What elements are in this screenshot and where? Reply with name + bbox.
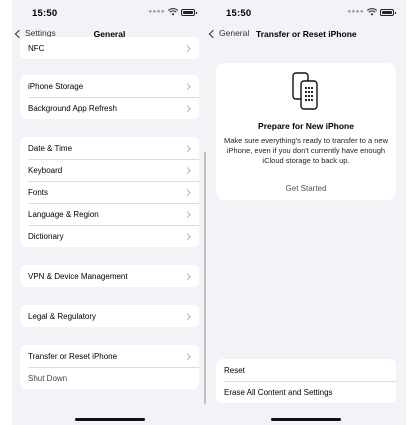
status-bar: 15:50 ●●●● [12,0,207,24]
status-bar: 15:50 ●●●● [206,0,406,24]
row-label: iPhone Storage [28,81,84,91]
row-label: Dictionary [28,231,64,241]
status-time: 15:50 [226,8,252,19]
nfc-group: NFC [20,37,199,59]
get-started-button[interactable]: Get Started [216,184,396,193]
row-label: Fonts [28,187,49,197]
vpn-group: VPN & Device Management [20,265,199,287]
back-button[interactable]: General [208,28,250,38]
settings-row-date-time[interactable]: Date & Time [20,137,199,159]
back-label: General [219,28,250,38]
erase-all-row[interactable]: Erase All Content and Settings [216,381,396,403]
settings-row-transfer-reset[interactable]: Transfer or Reset iPhone [20,345,199,367]
battery-icon [181,8,197,16]
row-label: Keyboard [28,165,63,175]
chevron-right-icon [183,352,190,360]
settings-row-background-app-refresh[interactable]: Background App Refresh [20,97,199,119]
settings-row-iphone-storage[interactable]: iPhone Storage [20,75,199,97]
row-label: VPN & Device Management [28,271,128,281]
settings-row-keyboard[interactable]: Keyboard [20,159,199,181]
chevron-right-icon [183,144,190,152]
row-label: Shut Down [28,373,68,383]
general-settings-screen: 15:50 ●●●● Settings General NFC iPhone S… [12,0,207,425]
settings-row-vpn-device-management[interactable]: VPN & Device Management [20,265,199,287]
chevron-left-icon [208,29,218,38]
row-label: Date & Time [28,143,73,153]
transfer-reset-screen: 15:50 ●●●● General Transfer or Reset iPh… [206,0,406,425]
signal-icon: ●●●● [347,9,364,15]
row-label: Erase All Content and Settings [224,387,333,397]
prepare-new-iphone-card: Prepare for New iPhone Make sure everyth… [216,63,396,200]
legal-group: Legal & Regulatory [20,305,199,327]
battery-icon [380,8,396,16]
chevron-right-icon [183,82,190,90]
wifi-icon [367,8,377,16]
row-label: Transfer or Reset iPhone [28,351,118,361]
row-label: Reset [224,365,245,375]
card-description: Make sure everything's ready to transfer… [224,136,389,165]
card-title: Prepare for New iPhone [258,121,354,131]
chevron-right-icon [183,272,190,280]
two-phones-icon [292,72,318,110]
row-label: NFC [28,43,45,53]
home-indicator[interactable] [74,418,145,421]
home-indicator[interactable] [271,418,341,421]
navigation-bar: General Transfer or Reset iPhone [206,26,406,44]
wifi-icon [168,8,178,16]
status-time: 15:50 [32,8,58,19]
signal-icon: ●●●● [148,9,165,15]
row-label: Background App Refresh [28,103,117,113]
settings-row-nfc[interactable]: NFC [20,37,199,59]
reset-actions-group: Reset Erase All Content and Settings [216,359,396,403]
status-icons: ●●●● [347,8,396,16]
transfer-group: Transfer or Reset iPhone Shut Down [20,345,199,389]
settings-row-legal-regulatory[interactable]: Legal & Regulatory [20,305,199,327]
page-title: Transfer or Reset iPhone [256,29,357,39]
locale-group: Date & Time Keyboard Fonts Language & Re… [20,137,199,247]
settings-row-fonts[interactable]: Fonts [20,181,199,203]
row-label: Legal & Regulatory [28,311,97,321]
chevron-right-icon [183,312,190,320]
chevron-right-icon [183,104,190,112]
reset-row[interactable]: Reset [216,359,396,381]
settings-row-language-region[interactable]: Language & Region [20,203,199,225]
chevron-right-icon [183,210,190,218]
chevron-right-icon [183,166,190,174]
status-icons: ●●●● [148,8,197,16]
storage-group: iPhone Storage Background App Refresh [20,75,199,119]
chevron-right-icon [183,232,190,240]
row-label: Language & Region [28,209,99,219]
settings-row-dictionary[interactable]: Dictionary [20,225,199,247]
settings-row-shut-down[interactable]: Shut Down [20,367,199,389]
chevron-right-icon [183,44,190,52]
chevron-right-icon [183,188,190,196]
